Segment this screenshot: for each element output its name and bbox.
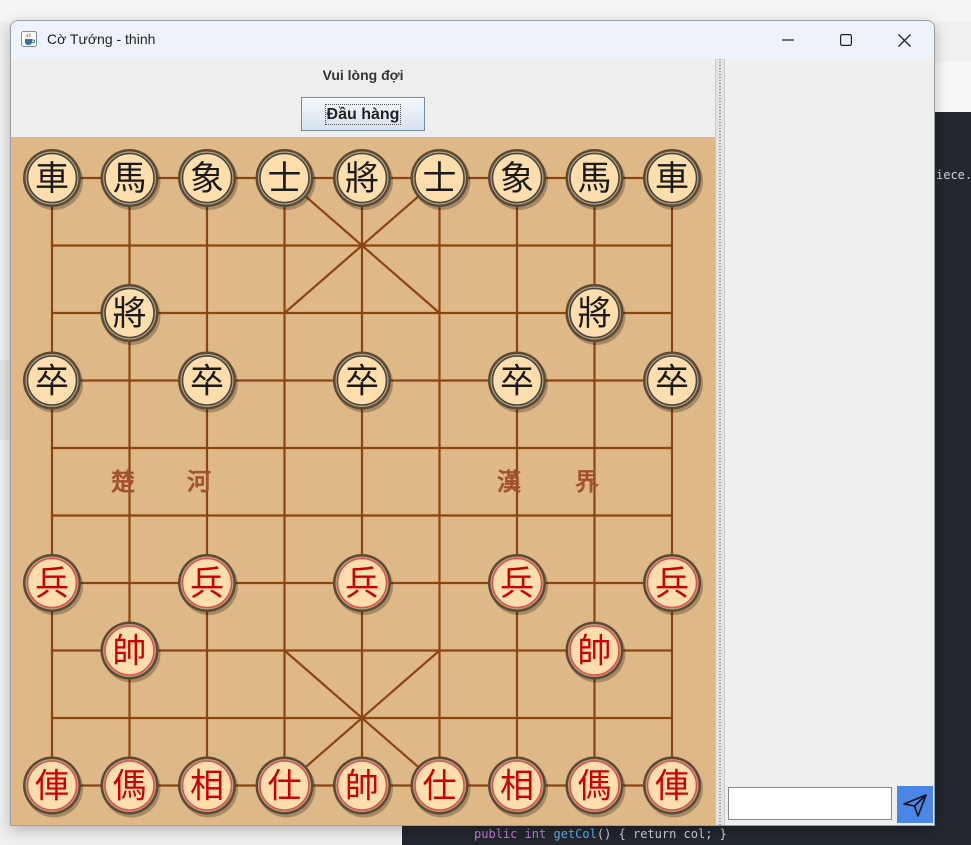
desktop-background-strip <box>0 360 10 440</box>
send-paper-plane-icon <box>903 793 927 817</box>
black-piece-label: 馬 <box>113 159 147 199</box>
river-label: 漢 <box>497 468 522 496</box>
close-icon <box>897 33 911 47</box>
red-piece-label: 兵 <box>190 564 224 604</box>
red-piece-label: 帥 <box>578 632 612 672</box>
black-piece-label: 卒 <box>655 362 689 402</box>
river-label: 界 <box>575 468 599 496</box>
java-cup-icon <box>21 31 37 47</box>
red-piece-label: 兵 <box>655 564 689 604</box>
send-button[interactable] <box>897 786 933 823</box>
maximize-button[interactable] <box>817 21 875 59</box>
red-piece-label: 俥 <box>655 767 689 807</box>
red-piece-label: 相 <box>500 767 534 807</box>
red-piece-label: 帥 <box>113 632 147 672</box>
black-piece-label: 將 <box>578 294 612 334</box>
divider-grip <box>719 59 721 825</box>
red-piece-label: 傌 <box>113 767 147 807</box>
black-piece-label: 卒 <box>345 362 379 402</box>
river-label: 楚 <box>111 468 135 496</box>
river-label: 河 <box>187 468 211 496</box>
status-label: Vui lòng đợi <box>322 67 404 83</box>
ide-code-keyword: public int <box>474 827 547 841</box>
red-piece-label: 相 <box>190 767 224 807</box>
black-piece-label: 車 <box>655 159 689 199</box>
ide-code-function: getCol <box>553 827 597 841</box>
black-piece-label: 士 <box>423 159 457 199</box>
close-button[interactable] <box>875 21 933 59</box>
ide-editor-background <box>934 112 971 845</box>
game-window: Cờ Tướng - thinh Vui lòng đợi Đầu hàng 楚… <box>10 20 935 826</box>
title-bar[interactable]: Cờ Tướng - thinh <box>11 21 934 59</box>
red-piece-label: 兵 <box>500 564 534 604</box>
black-piece-label: 馬 <box>578 159 612 199</box>
chat-input[interactable] <box>728 787 892 820</box>
board-canvas[interactable]: 楚河漢界車馬象士將士象馬車將 將卒卒卒卒卒兵兵兵兵兵帥 帥俥傌相仕帥仕相傌俥 <box>11 137 715 825</box>
window-title: Cờ Tướng - thinh <box>47 31 156 47</box>
surrender-label: Đầu hàng <box>324 103 402 125</box>
black-piece-label: 將 <box>113 294 147 334</box>
chat-messages-area[interactable] <box>725 59 934 784</box>
split-pane-divider[interactable] <box>715 59 725 825</box>
red-piece-label: 帥 <box>345 767 379 807</box>
game-panel: Vui lòng đợi Đầu hàng 楚河漢界車馬象士將士象馬車將將卒卒卒… <box>11 59 715 825</box>
black-piece-label: 卒 <box>190 362 224 402</box>
minimize-button[interactable] <box>759 21 817 59</box>
black-piece-label: 車 <box>35 159 69 199</box>
black-piece-label: 卒 <box>500 362 534 402</box>
black-piece-label: 象 <box>500 159 534 199</box>
red-piece-label: 俥 <box>35 767 69 807</box>
ide-toolbar-background <box>934 62 971 113</box>
black-piece-label: 象 <box>190 159 224 199</box>
maximize-icon <box>840 34 852 46</box>
black-piece-label: 卒 <box>35 362 69 402</box>
minimize-icon <box>782 39 794 41</box>
ide-code-line: public int getCol() { return col; } <box>474 827 727 841</box>
surrender-button[interactable]: Đầu hàng <box>301 97 425 131</box>
red-piece-label: 傌 <box>578 767 612 807</box>
black-piece-label: 士 <box>268 159 302 199</box>
ide-code-rest: () { return col; } <box>596 827 727 841</box>
black-piece-label: 將 <box>345 159 379 199</box>
red-piece-label: 兵 <box>35 564 69 604</box>
red-piece-label: 仕 <box>268 767 302 807</box>
chat-panel <box>725 59 934 825</box>
red-piece-label: 仕 <box>423 767 457 807</box>
desktop-background <box>0 0 971 22</box>
ide-code-fragment: iece. <box>936 168 971 182</box>
xiangqi-board[interactable]: 楚河漢界車馬象士將士象馬車將將卒卒卒卒卒兵兵兵兵兵帥帥俥傌相仕帥仕相傌俥 <box>11 137 715 825</box>
red-piece-label: 兵 <box>345 564 379 604</box>
